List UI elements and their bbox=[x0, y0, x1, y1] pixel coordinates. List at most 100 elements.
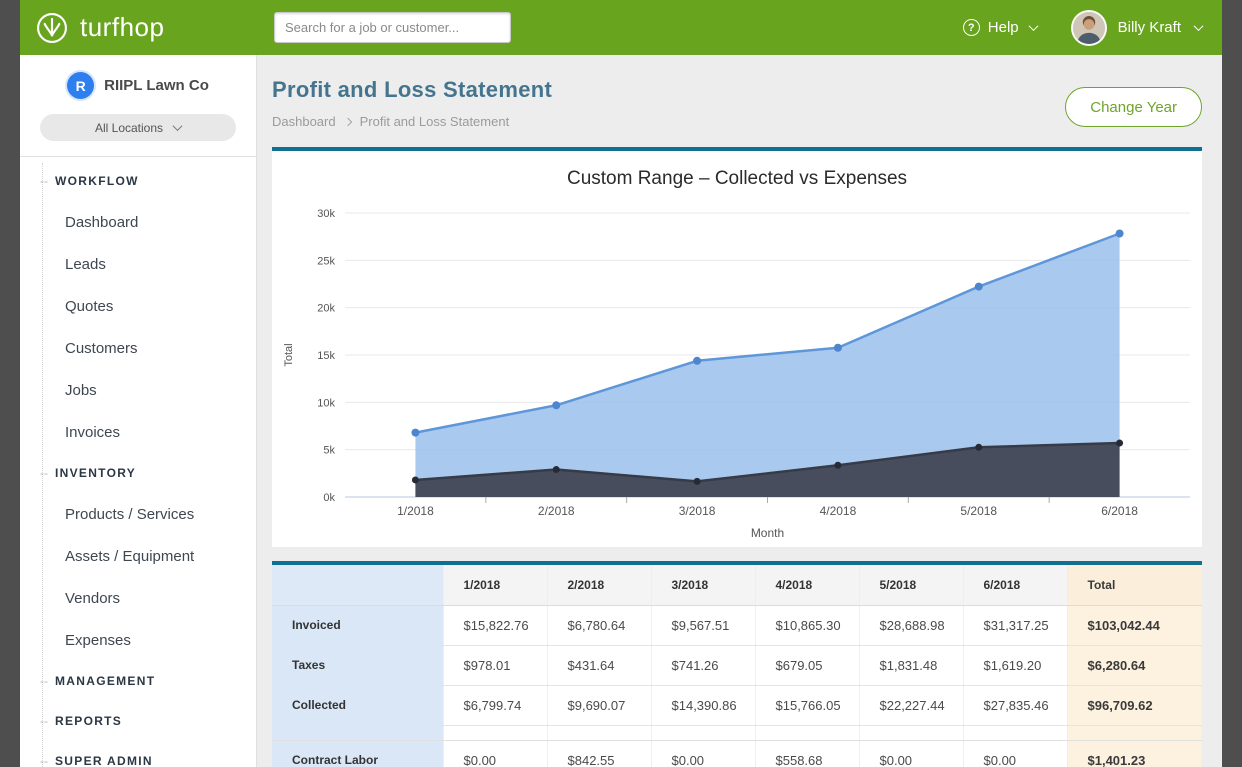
change-year-button[interactable]: Change Year bbox=[1065, 87, 1202, 127]
spacer-cell bbox=[272, 725, 443, 740]
row-total: $1,401.23 bbox=[1067, 740, 1202, 767]
money-cell: $0.00 bbox=[963, 740, 1067, 767]
spacer-cell bbox=[859, 725, 963, 740]
sidebar-item-customers[interactable]: Customers bbox=[20, 327, 256, 369]
page-header: Profit and Loss Statement Dashboard Prof… bbox=[272, 77, 1202, 129]
svg-text:Total: Total bbox=[283, 343, 295, 366]
row-label: Invoiced bbox=[272, 605, 443, 645]
app-window: turfhop ? Help bbox=[20, 0, 1222, 767]
sidebar-item-vendors[interactable]: Vendors bbox=[20, 577, 256, 619]
table-row-contract-labor: Contract Labor$0.00$842.55$0.00$558.68$0… bbox=[272, 740, 1202, 767]
money-cell: $6,799.74 bbox=[443, 685, 547, 725]
row-label: Contract Labor bbox=[272, 740, 443, 767]
nav-section-label: INVENTORY bbox=[55, 466, 136, 480]
sidebar-item-products-services[interactable]: Products / Services bbox=[20, 493, 256, 535]
money-cell: $0.00 bbox=[859, 740, 963, 767]
nav-section-label: MANAGEMENT bbox=[55, 674, 155, 688]
tree-branch-icon: -- bbox=[40, 174, 48, 188]
sidebar-item-assets-equipment[interactable]: Assets / Equipment bbox=[20, 535, 256, 577]
row-label: Collected bbox=[272, 685, 443, 725]
row-total: $6,280.64 bbox=[1067, 645, 1202, 685]
locations-dropdown[interactable]: All Locations bbox=[40, 114, 236, 141]
table-row-invoiced: Invoiced$15,822.76$6,780.64$9,567.51$10,… bbox=[272, 605, 1202, 645]
table-row-taxes: Taxes$978.01$431.64$741.26$679.05$1,831.… bbox=[272, 645, 1202, 685]
chart-title: Custom Range – Collected vs Expenses bbox=[272, 151, 1202, 199]
column-header-total: Total bbox=[1067, 565, 1202, 605]
sidebar-item-invoices[interactable]: Invoices bbox=[20, 411, 256, 453]
row-total: $103,042.44 bbox=[1067, 605, 1202, 645]
spacer-cell bbox=[1067, 725, 1202, 740]
company-name: RIIPL Lawn Co bbox=[104, 77, 209, 94]
money-cell: $28,688.98 bbox=[859, 605, 963, 645]
body-row: R RIIPL Lawn Co All Locations -- WORKFLOW… bbox=[20, 55, 1222, 767]
user-menu[interactable]: Billy Kraft bbox=[1071, 10, 1202, 46]
column-header-3-2018: 3/2018 bbox=[651, 565, 755, 605]
money-cell: $15,822.76 bbox=[443, 605, 547, 645]
table-section-spacer bbox=[272, 725, 1202, 740]
nav-section-super-admin[interactable]: -- SUPER ADMIN bbox=[20, 741, 256, 767]
nav-section-inventory[interactable]: --INVENTORY bbox=[20, 453, 256, 493]
column-header-1-2018: 1/2018 bbox=[443, 565, 547, 605]
sidebar-item-quotes[interactable]: Quotes bbox=[20, 285, 256, 327]
spacer-cell bbox=[755, 725, 859, 740]
topbar-right: ? Help Billy Kraft bbox=[963, 10, 1202, 46]
breadcrumb-dashboard[interactable]: Dashboard bbox=[272, 114, 336, 129]
locations-label: All Locations bbox=[95, 121, 163, 135]
money-cell: $1,619.20 bbox=[963, 645, 1067, 685]
breadcrumb: Dashboard Profit and Loss Statement bbox=[272, 114, 552, 129]
nav-section-reports[interactable]: --REPORTS bbox=[20, 701, 256, 741]
column-header-5-2018: 5/2018 bbox=[859, 565, 963, 605]
svg-text:30k: 30k bbox=[317, 208, 335, 220]
money-cell: $842.55 bbox=[547, 740, 651, 767]
sidebar-item-jobs[interactable]: Jobs bbox=[20, 369, 256, 411]
user-avatar bbox=[1071, 10, 1107, 46]
sidebar-item-dashboard[interactable]: Dashboard bbox=[20, 201, 256, 243]
svg-text:4/2018: 4/2018 bbox=[820, 504, 857, 518]
chart-card: Custom Range – Collected vs Expenses 0k5… bbox=[272, 147, 1202, 547]
svg-text:25k: 25k bbox=[317, 255, 335, 267]
money-cell: $1,831.48 bbox=[859, 645, 963, 685]
turfhop-brand[interactable]: turfhop bbox=[34, 10, 274, 46]
money-cell: $14,390.86 bbox=[651, 685, 755, 725]
column-header-6-2018: 6/2018 bbox=[963, 565, 1067, 605]
svg-text:6/2018: 6/2018 bbox=[1101, 504, 1138, 518]
svg-text:20k: 20k bbox=[317, 303, 335, 315]
money-cell: $0.00 bbox=[651, 740, 755, 767]
nav-section-label: SUPER ADMIN bbox=[55, 754, 153, 767]
user-name: Billy Kraft bbox=[1118, 19, 1181, 36]
nav-section-label: WORKFLOW bbox=[55, 174, 139, 188]
money-cell: $31,317.25 bbox=[963, 605, 1067, 645]
row-label: Taxes bbox=[272, 645, 443, 685]
top-navbar: turfhop ? Help bbox=[20, 0, 1222, 55]
global-search-input[interactable] bbox=[274, 12, 511, 43]
help-icon: ? bbox=[963, 19, 980, 36]
main-content: Profit and Loss Statement Dashboard Prof… bbox=[257, 55, 1222, 767]
sidebar: R RIIPL Lawn Co All Locations -- WORKFLOW… bbox=[20, 55, 257, 767]
money-cell: $6,780.64 bbox=[547, 605, 651, 645]
page-title: Profit and Loss Statement bbox=[272, 77, 552, 103]
chevron-right-icon bbox=[343, 117, 351, 125]
svg-text:Month: Month bbox=[751, 526, 784, 540]
tree-branch-icon: -- bbox=[40, 754, 48, 767]
row-total: $96,709.62 bbox=[1067, 685, 1202, 725]
company-badge: R bbox=[67, 72, 94, 99]
chevron-down-icon bbox=[1028, 21, 1038, 31]
sidebar-item-leads[interactable]: Leads bbox=[20, 243, 256, 285]
svg-text:3/2018: 3/2018 bbox=[679, 504, 716, 518]
sidebar-nav: -- WORKFLOW DashboardLeadsQuotesCustomersJ… bbox=[20, 157, 256, 767]
nav-section-workflow[interactable]: -- WORKFLOW bbox=[20, 161, 256, 201]
breadcrumb-current: Profit and Loss Statement bbox=[360, 114, 510, 129]
money-cell: $741.26 bbox=[651, 645, 755, 685]
nav-section-management[interactable]: --MANAGEMENT bbox=[20, 661, 256, 701]
help-menu[interactable]: ? Help bbox=[963, 19, 1037, 36]
svg-text:10k: 10k bbox=[317, 397, 335, 409]
column-header-4-2018: 4/2018 bbox=[755, 565, 859, 605]
money-cell: $9,690.07 bbox=[547, 685, 651, 725]
sidebar-item-expenses[interactable]: Expenses bbox=[20, 619, 256, 661]
column-header-2-2018: 2/2018 bbox=[547, 565, 651, 605]
svg-text:1/2018: 1/2018 bbox=[397, 504, 434, 518]
tree-branch-icon: -- bbox=[40, 714, 48, 728]
spacer-cell bbox=[963, 725, 1067, 740]
chevron-down-icon bbox=[1194, 21, 1204, 31]
chevron-down-icon bbox=[173, 121, 183, 131]
